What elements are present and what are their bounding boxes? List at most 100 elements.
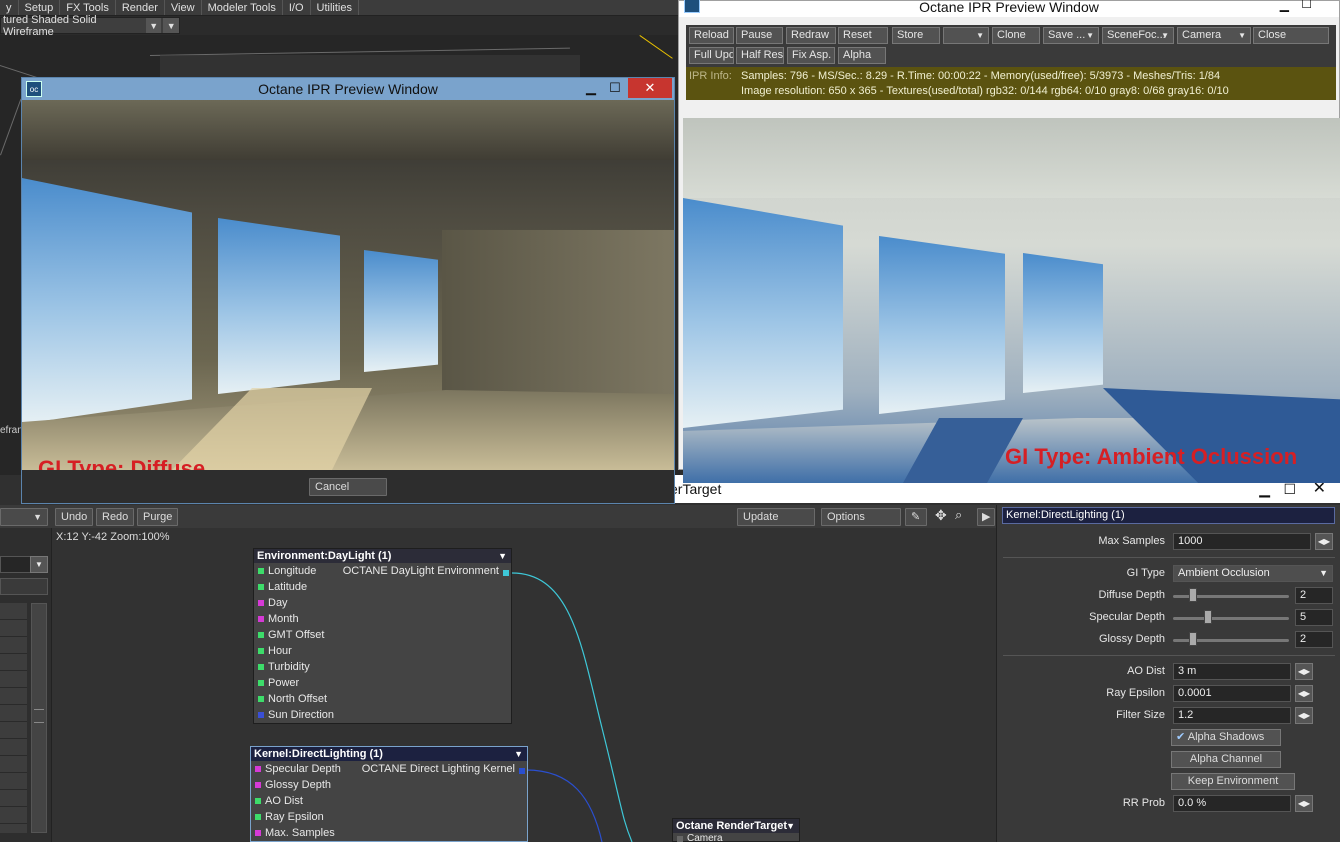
ao-dist-field[interactable]: 3 m <box>1173 663 1291 680</box>
kernel-input-row[interactable]: Max. Samples <box>251 825 527 841</box>
purge-button[interactable]: Purge <box>137 508 179 526</box>
kernel-node[interactable]: Kernel:DirectLighting (1) ▼ Specular Dep… <box>250 746 528 842</box>
camera-select[interactable]: Camera ▼ <box>1177 27 1251 44</box>
menu-item[interactable]: Utilities <box>311 0 359 15</box>
node-graph-canvas[interactable]: X:12 Y:-42 Zoom:100% Environment:DayLigh… <box>52 528 996 842</box>
chevron-down-icon[interactable]: ▼ <box>145 18 162 33</box>
daylight-input-row[interactable]: GMT Offset <box>254 627 511 643</box>
window-titlebar[interactable]: Octane IPR Preview Window ▁ ☐ <box>679 0 1339 17</box>
input-port-dot[interactable] <box>258 696 264 702</box>
daylight-input-row[interactable]: Hour <box>254 643 511 659</box>
maximize-icon[interactable]: ☐ <box>604 78 626 98</box>
minimize-icon[interactable]: ▁ <box>580 78 602 98</box>
update-button[interactable]: Update <box>737 508 815 526</box>
alpha-button[interactable]: Alpha <box>838 47 886 64</box>
maximize-icon[interactable]: ☐ <box>1301 0 1312 11</box>
specular-depth-slider-knob[interactable] <box>1204 610 1213 624</box>
max-samples-field[interactable]: 1000 <box>1173 533 1311 550</box>
diffuse-depth-slider-knob[interactable] <box>1188 588 1197 602</box>
viewport-display-mode-select[interactable]: tured Shaded Solid Wireframe ▼ ▼ <box>0 14 180 38</box>
full-update-button[interactable]: Full Upd. <box>689 47 734 64</box>
rendertarget-input-camera[interactable]: Camera <box>673 833 799 842</box>
add-node-select[interactable]: ▼ <box>0 508 48 526</box>
daylight-node[interactable]: Environment:DayLight (1) ▼ Longitude Lati… <box>253 548 512 724</box>
glossy-depth-field[interactable]: 2 <box>1295 631 1333 648</box>
kernel-input-row[interactable]: AO Dist <box>251 793 527 809</box>
gi-type-select[interactable]: Ambient Occlusion ▼ <box>1173 565 1333 582</box>
minimize-icon[interactable]: ▁ <box>1280 0 1289 12</box>
kernel-input-row[interactable]: Glossy Depth <box>251 777 527 793</box>
pause-button[interactable]: Pause <box>736 27 783 44</box>
close-icon[interactable]: ✕ <box>628 78 672 98</box>
input-port-dot[interactable] <box>258 568 264 574</box>
glossy-depth-slider-knob[interactable] <box>1188 632 1197 646</box>
spinner-arrows-icon[interactable]: ◀▶ <box>1315 533 1333 550</box>
save-button[interactable]: Save ... ▼ <box>1043 27 1099 44</box>
input-port-dot[interactable] <box>255 798 261 804</box>
node-list[interactable] <box>0 603 27 833</box>
input-port-dot[interactable] <box>258 712 264 718</box>
options-button[interactable]: Options <box>821 508 901 526</box>
kernel-input-row[interactable]: Ray Epsilon <box>251 809 527 825</box>
undo-button[interactable]: Undo <box>55 508 94 526</box>
menu-item[interactable]: Modeler Tools <box>202 0 283 15</box>
close-button[interactable]: Close <box>1253 27 1329 44</box>
daylight-input-row[interactable]: Power <box>254 675 511 691</box>
redraw-button[interactable]: Redraw <box>786 27 836 44</box>
daylight-input-row[interactable]: North Offset <box>254 691 511 707</box>
menu-item[interactable]: View <box>165 0 202 15</box>
input-port-dot[interactable] <box>258 616 264 622</box>
daylight-input-row[interactable]: Month <box>254 611 511 627</box>
render-preview-ambient-occlusion[interactable]: GI Type: Ambient Oclussion <box>683 118 1340 483</box>
fix-aspect-button[interactable]: Fix Asp. <box>787 47 835 64</box>
daylight-output-port[interactable] <box>503 570 509 576</box>
input-port-dot[interactable] <box>258 648 264 654</box>
diffuse-depth-field[interactable]: 2 <box>1295 587 1333 604</box>
spinner-arrows-icon[interactable]: ◀▶ <box>1295 663 1313 680</box>
spinner-arrows-icon[interactable]: ◀▶ <box>1295 707 1313 724</box>
store-slot-select[interactable]: ▼ <box>943 27 989 44</box>
daylight-input-row[interactable]: Sun Direction <box>254 707 511 723</box>
kernel-node-header[interactable]: Kernel:DirectLighting (1) ▼ <box>251 747 527 761</box>
spinner-arrows-icon[interactable]: ◀▶ <box>1295 685 1313 702</box>
play-arrow-icon[interactable]: ▶ <box>977 508 995 526</box>
rendertarget-node[interactable]: Octane RenderTarget ▼ Camera <box>672 818 800 842</box>
input-port-dot[interactable] <box>258 600 264 606</box>
specular-depth-field[interactable]: 5 <box>1295 609 1333 626</box>
chevron-down-icon[interactable]: ▼ <box>498 549 507 563</box>
input-port-dot[interactable] <box>258 664 264 670</box>
rendertarget-node-header[interactable]: Octane RenderTarget ▼ <box>673 819 799 833</box>
alpha-shadows-checkbox[interactable]: ✔ Alpha Shadows <box>1171 729 1281 746</box>
alpha-channel-checkbox[interactable]: Alpha Channel <box>1171 751 1281 768</box>
daylight-node-header[interactable]: Environment:DayLight (1) ▼ <box>254 549 511 563</box>
node-filter-field[interactable] <box>0 578 48 595</box>
input-port-dot[interactable] <box>255 782 261 788</box>
daylight-input-row[interactable]: Turbidity <box>254 659 511 675</box>
render-preview-diffuse[interactable]: GI Type: Diffuse <box>22 100 674 470</box>
specular-depth-slider[interactable] <box>1173 617 1289 620</box>
input-port-dot[interactable] <box>255 830 261 836</box>
ray-epsilon-field[interactable]: 0.0001 <box>1173 685 1291 702</box>
chevron-down-icon[interactable]: ▼ <box>163 18 179 33</box>
reset-button[interactable]: Reset <box>838 27 888 44</box>
chevron-down-icon[interactable]: ▼ <box>514 747 523 761</box>
input-port-dot[interactable] <box>258 680 264 686</box>
chevron-down-icon[interactable]: ▼ <box>30 556 48 573</box>
chevron-down-icon[interactable]: ▼ <box>786 819 795 833</box>
pan-move-icon[interactable]: ✥ <box>935 507 947 524</box>
daylight-input-row[interactable]: Day <box>254 595 511 611</box>
menu-item[interactable]: I/O <box>283 0 311 15</box>
node-list-scrollbar[interactable] <box>31 603 47 833</box>
kernel-output-port[interactable] <box>519 768 525 774</box>
edit-pen-icon[interactable]: ✎ <box>905 508 927 526</box>
rr-prob-field[interactable]: 0.0 % <box>1173 795 1291 812</box>
half-res-button[interactable]: Half Res <box>736 47 784 64</box>
zoom-magnifier-icon[interactable]: ⌕ <box>955 507 962 523</box>
input-port-dot[interactable] <box>255 814 261 820</box>
input-port-dot[interactable] <box>255 766 261 772</box>
scene-focus-select[interactable]: SceneFoc... ▼ <box>1102 27 1174 44</box>
spinner-arrows-icon[interactable]: ◀▶ <box>1295 795 1313 812</box>
input-port-dot[interactable] <box>258 632 264 638</box>
filter-size-field[interactable]: 1.2 <box>1173 707 1291 724</box>
clone-button[interactable]: Clone <box>992 27 1040 44</box>
